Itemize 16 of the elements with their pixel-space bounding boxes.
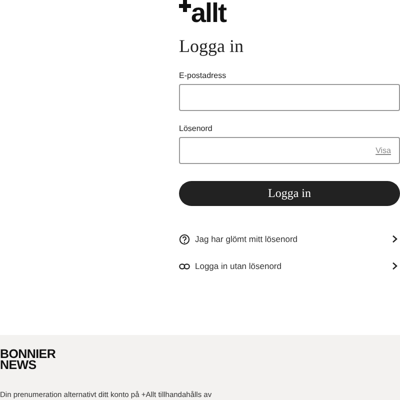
page-heading: Logga in [179, 35, 244, 57]
brand-logo: BONNIER NEWS [0, 349, 57, 371]
email-field[interactable] [179, 84, 400, 111]
show-password-link[interactable]: Visa [376, 146, 391, 155]
question-icon [179, 234, 190, 244]
login-button[interactable]: Logga in [179, 181, 400, 206]
plus-icon [179, 0, 191, 12]
field-label: E-postadress [179, 71, 228, 81]
link-icon [179, 260, 190, 272]
menu-link[interactable]: Jag har glömt mitt lösenord [179, 230, 400, 248]
chevron-right-icon [392, 262, 398, 270]
password-field[interactable]: Visa [179, 137, 400, 164]
field-label: Lösenord [179, 124, 214, 134]
menu-link[interactable]: Logga in utan lösenord [179, 257, 400, 275]
chevron-right-icon [392, 235, 398, 243]
logo: allt [191, 2, 226, 24]
